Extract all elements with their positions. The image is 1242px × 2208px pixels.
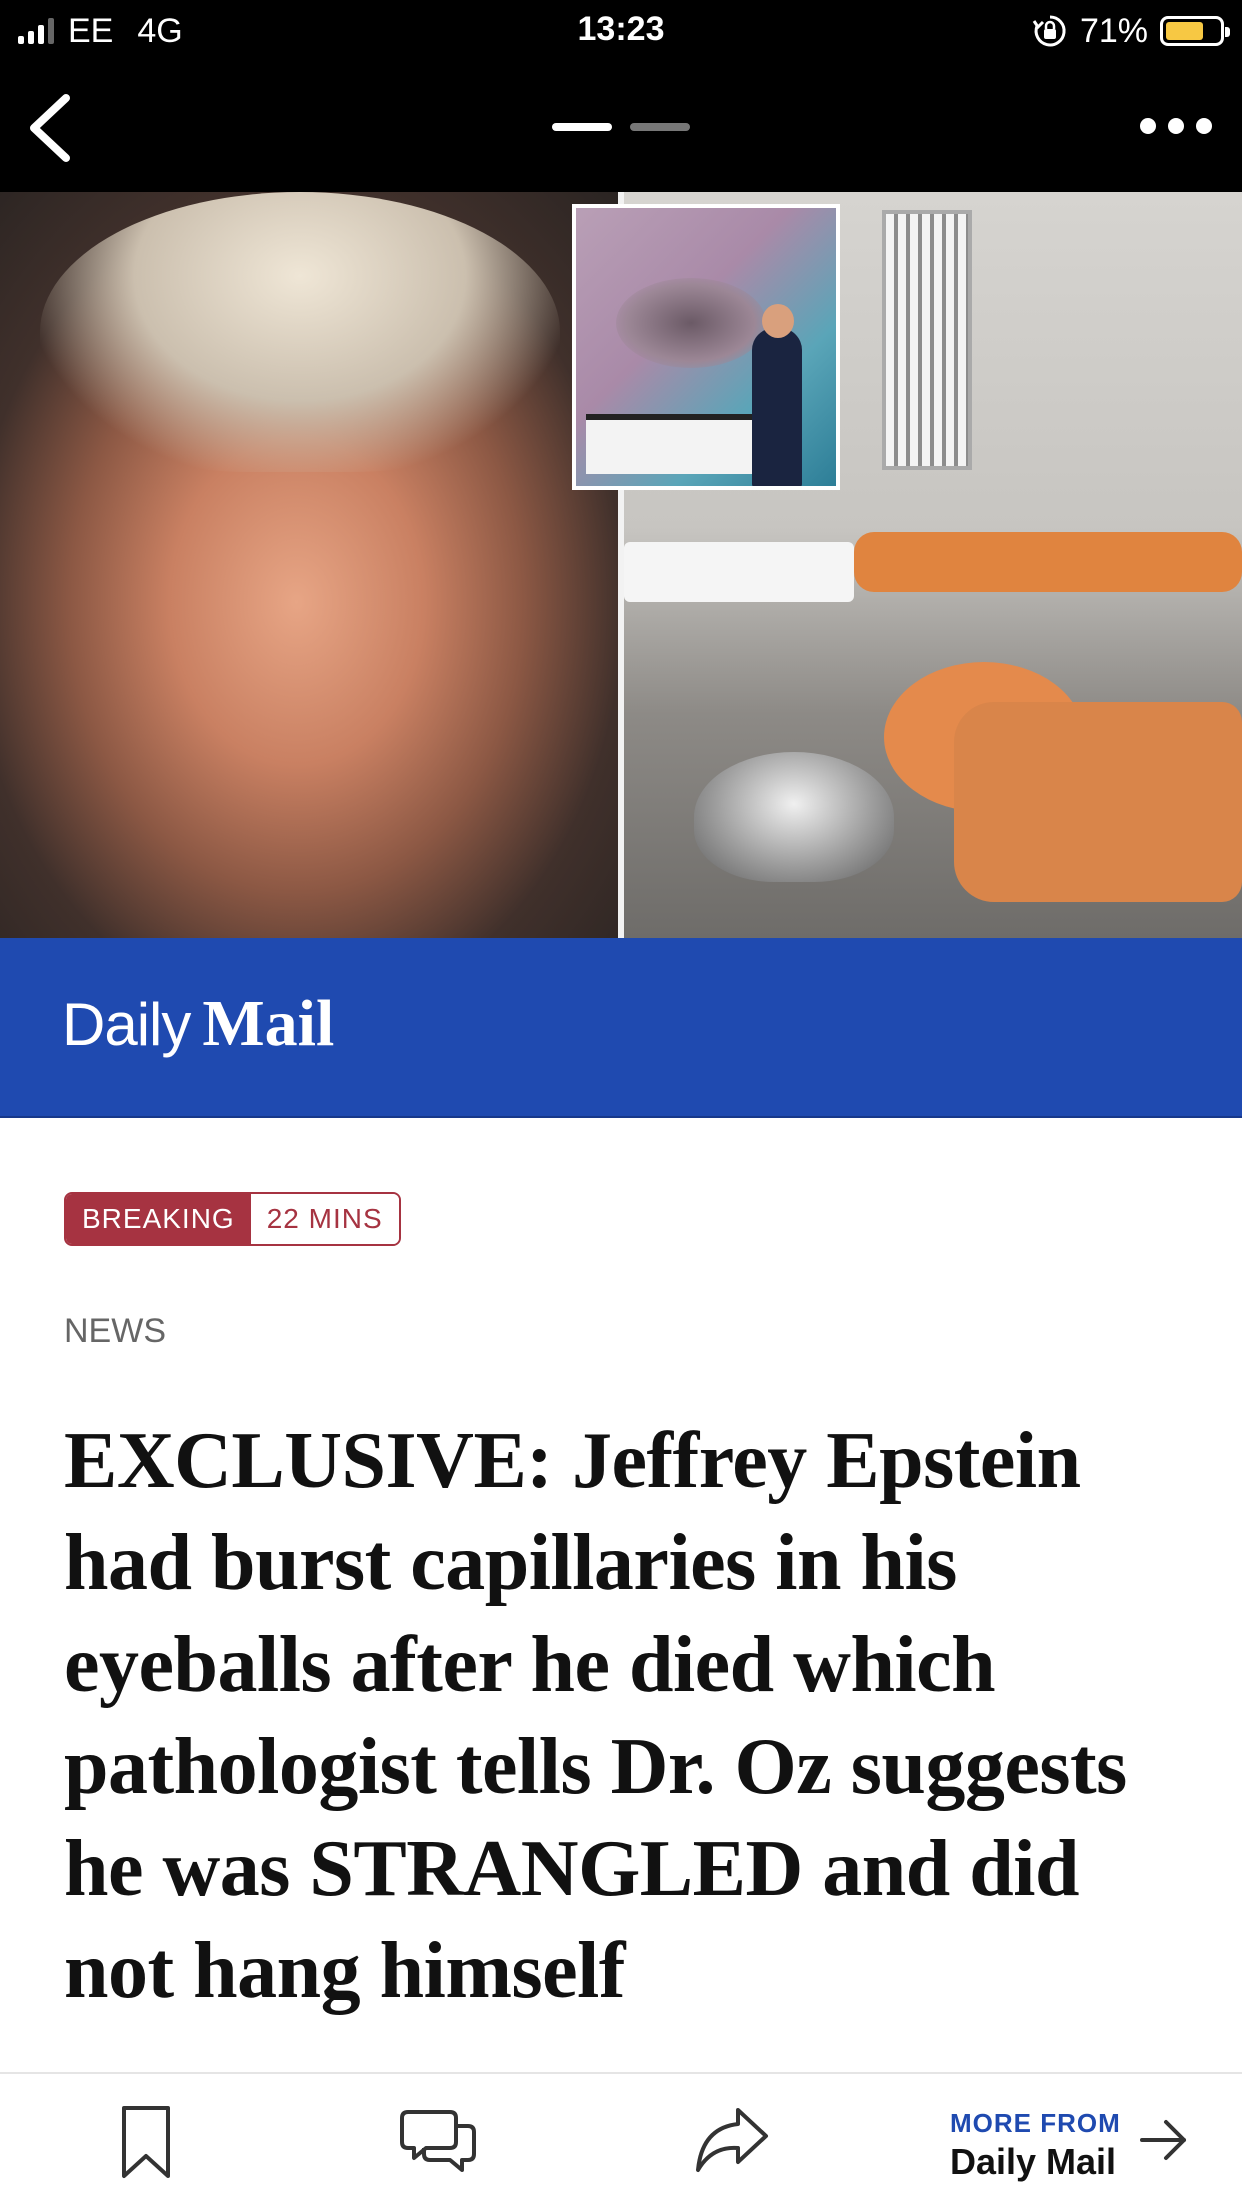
comment-icon[interactable] — [400, 2104, 476, 2181]
article-headline: EXCLUSIVE: Jeffrey Epstein had burst cap… — [64, 1417, 1127, 2015]
section-label[interactable]: NEWS — [64, 1312, 166, 1351]
more-from-publisher: Daily Mail — [950, 2141, 1117, 2182]
logo-daily-text: Daily — [62, 991, 191, 1058]
hero-portrait — [0, 192, 618, 938]
page-indicator — [552, 123, 690, 131]
badge-breaking-label: BREAKING — [66, 1194, 251, 1244]
page-indicator-inactive — [630, 123, 690, 131]
badge-time-label: 22 MINS — [250, 1194, 399, 1244]
publisher-banner[interactable]: Daily Mail — [0, 938, 1242, 1118]
back-icon[interactable] — [22, 92, 82, 162]
hero-image[interactable] — [0, 192, 1242, 938]
battery-icon — [1160, 16, 1230, 46]
share-icon[interactable] — [694, 2104, 770, 2181]
status-bar: EE 4G 13:23 71% — [0, 0, 1242, 62]
bookmark-icon[interactable] — [118, 2104, 174, 2185]
breaking-badge: BREAKING 22 MINS — [64, 1192, 401, 1246]
more-from-label: MORE FROM — [950, 2108, 1121, 2138]
battery-percent: 71% — [1079, 11, 1148, 50]
arrow-right-icon[interactable] — [1138, 2118, 1190, 2167]
more-icon[interactable] — [1140, 118, 1212, 134]
battery-level — [1166, 22, 1203, 40]
hero-inset-photo — [572, 204, 840, 490]
status-right: 71% — [1032, 10, 1230, 52]
bottom-toolbar: MORE FROM Daily Mail — [0, 2072, 1242, 2208]
daily-mail-logo: Daily Mail — [62, 986, 334, 1062]
nav-bar — [0, 62, 1242, 192]
more-from-link[interactable]: MORE FROM Daily Mail — [950, 2108, 1121, 2183]
page-indicator-active — [552, 123, 612, 131]
logo-mail-text: Mail — [202, 987, 335, 1060]
rotation-lock-icon — [1032, 13, 1068, 49]
